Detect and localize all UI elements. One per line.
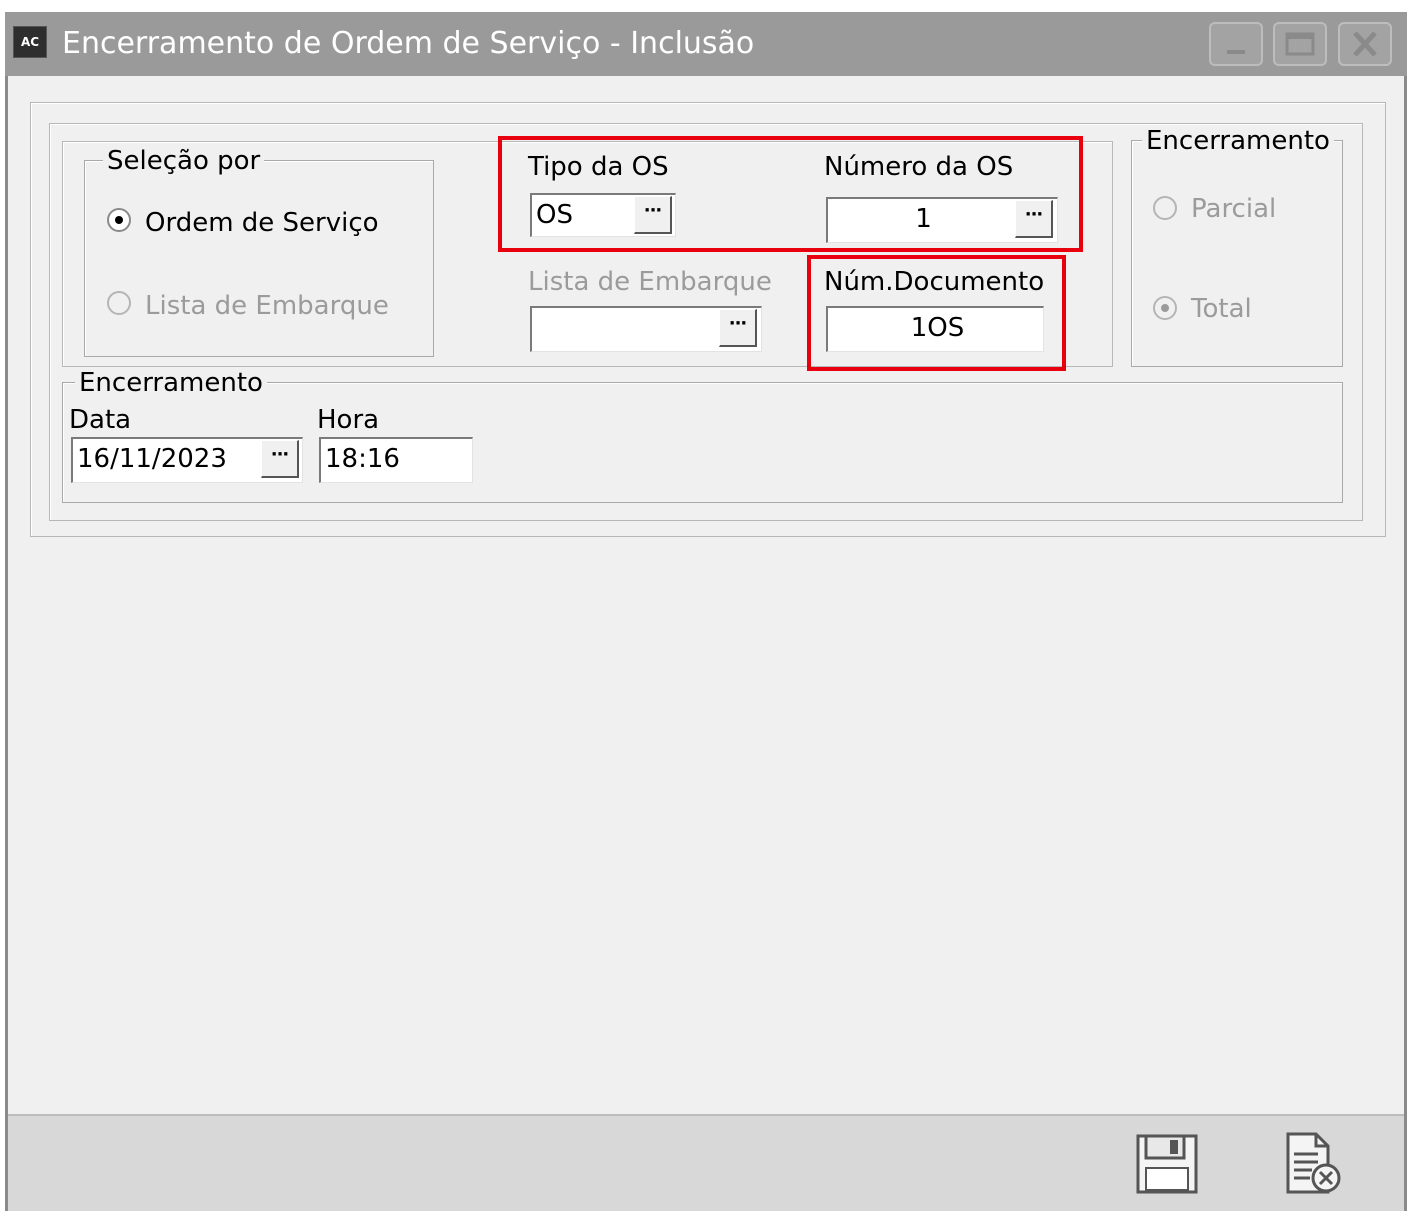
maximize-button[interactable]	[1273, 22, 1327, 66]
data-picker-button[interactable]: ···	[261, 440, 299, 478]
close-icon	[1353, 31, 1377, 57]
highlight-box-tipo-numero-os	[498, 136, 1083, 252]
radio-parcial[interactable]	[1153, 196, 1177, 220]
hora-input[interactable]: 18:16	[319, 437, 473, 483]
radio-total-label[interactable]: Total	[1191, 293, 1252, 325]
window-title: Encerramento de Ordem de Serviço - Inclu…	[62, 26, 755, 61]
lista-embarque-label: Lista de Embarque	[528, 267, 772, 297]
maximize-icon	[1285, 32, 1315, 56]
selecao-por-legend: Seleção por	[103, 146, 265, 176]
minimize-icon	[1227, 50, 1245, 54]
data-label: Data	[69, 405, 132, 435]
app-icon: AC	[13, 26, 47, 58]
lista-embarque-lookup-button[interactable]: ···	[719, 309, 757, 347]
encerramento-tipo-group: Encerramento	[1131, 126, 1343, 367]
close-button[interactable]	[1338, 22, 1392, 66]
encerramento-tipo-legend: Encerramento	[1142, 126, 1334, 156]
radio-lista-de-embarque[interactable]	[107, 291, 131, 315]
radio-ordem-de-servico-label[interactable]: Ordem de Serviço	[145, 207, 379, 239]
radio-ordem-de-servico[interactable]	[107, 208, 131, 232]
selecao-por-group: Seleção por	[84, 146, 434, 357]
encerramento-data-legend: Encerramento	[75, 368, 267, 398]
radio-lista-de-embarque-label[interactable]: Lista de Embarque	[145, 290, 389, 322]
hora-label: Hora	[317, 405, 380, 435]
highlight-box-num-documento	[807, 255, 1066, 371]
radio-total[interactable]	[1153, 296, 1177, 320]
radio-parcial-label[interactable]: Parcial	[1191, 193, 1276, 225]
save-icon[interactable]	[1136, 1134, 1198, 1194]
cancel-document-icon[interactable]	[1282, 1132, 1344, 1196]
minimize-button[interactable]	[1209, 22, 1263, 66]
